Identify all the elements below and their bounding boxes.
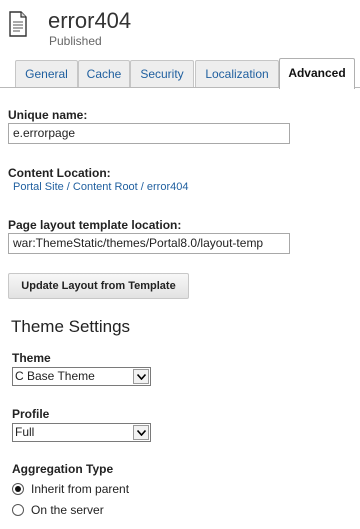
layout-template-label: Page layout template location: [8,218,182,232]
tab-cache[interactable]: Cache [78,60,130,87]
content-location-link[interactable]: Portal Site / Content Root / error404 [13,181,188,193]
radio-button[interactable] [12,504,24,516]
radio-dot [15,486,21,492]
layout-template-input[interactable]: war:ThemeStatic/themes/Portal8.0/layout-… [8,233,290,254]
tab-general[interactable]: General [15,60,78,87]
unique-name-label: Unique name: [8,108,88,122]
profile-select-value: Full [15,425,35,439]
status-text: Published [49,34,102,48]
tab-advanced[interactable]: Advanced [279,58,355,89]
radio-button-checked[interactable] [12,483,24,495]
profile-select[interactable]: Full [12,423,151,442]
theme-label: Theme [12,351,51,365]
profile-label: Profile [12,407,50,421]
update-layout-button[interactable]: Update Layout from Template [8,273,189,299]
aggregation-type-label: Aggregation Type [12,462,114,476]
theme-select[interactable]: C Base Theme [12,367,151,386]
page-title: error404 [48,8,132,33]
chevron-down-icon[interactable] [133,425,149,440]
tab-localization[interactable]: Localization [195,60,279,87]
aggregation-option-label: Inherit from parent [31,482,130,496]
theme-settings-heading: Theme Settings [11,317,131,336]
page-header: error404 Published [8,8,352,50]
theme-select-value: C Base Theme [15,369,95,383]
content-location-link-text[interactable]: Portal Site / Content Root / error404 [13,181,188,193]
content-location-label: Content Location: [8,166,111,180]
tab-bar: General Cache Security Localization Adva… [0,58,360,89]
unique-name-input[interactable]: e.errorpage [8,123,290,144]
aggregation-option-label: On the server [31,503,104,517]
document-icon [9,11,27,37]
chevron-down-icon[interactable] [133,369,149,384]
tab-security[interactable]: Security [130,60,194,87]
